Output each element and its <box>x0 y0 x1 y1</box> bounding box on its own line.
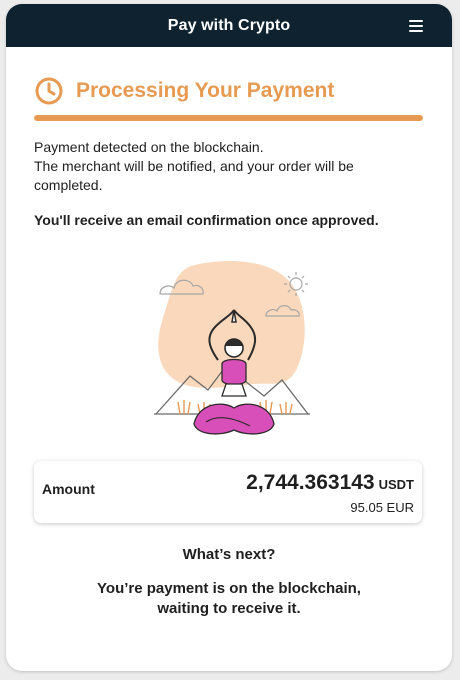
clock-icon <box>35 77 63 105</box>
email-confirmation-note: You'll receive an email confirmation onc… <box>34 212 379 228</box>
header-title: Pay with Crypto <box>167 16 291 34</box>
meditating-woman-illustration <box>154 261 310 435</box>
amount-panel: Amount 2,744.363143 USDT 95.05 EUR <box>34 461 422 523</box>
amount-label: Amount <box>42 481 95 497</box>
next-steps-title: What’s next? <box>182 546 276 563</box>
status-title: Processing Your Payment <box>76 79 335 102</box>
amount-value: 2,744.363143 <box>246 471 375 494</box>
progress-bar <box>34 115 423 121</box>
hamburger-menu-icon[interactable] <box>406 16 426 36</box>
message-line-2: The merchant will be notified, and your … <box>34 158 354 193</box>
next-steps-line-1: You’re payment is on the blockchain, <box>97 580 361 597</box>
header-bar: Pay with Crypto <box>6 4 452 47</box>
message-line-1: Payment detected on the blockchain. <box>34 139 264 155</box>
amount-currency: USDT <box>378 477 414 492</box>
payment-card: Pay with Crypto Processing Your Payment … <box>6 4 452 671</box>
next-steps-line-2: waiting to receive it. <box>157 600 301 617</box>
status-heading: Processing Your Payment <box>34 76 334 106</box>
status-message: Payment detected on the blockchain. The … <box>34 138 414 195</box>
next-steps-text: You’re payment is on the blockchain, wai… <box>6 579 452 619</box>
amount-fiat: 95.05 EUR <box>350 500 414 515</box>
amount-crypto: 2,744.363143 USDT <box>246 471 414 495</box>
progress-fill <box>34 115 423 121</box>
